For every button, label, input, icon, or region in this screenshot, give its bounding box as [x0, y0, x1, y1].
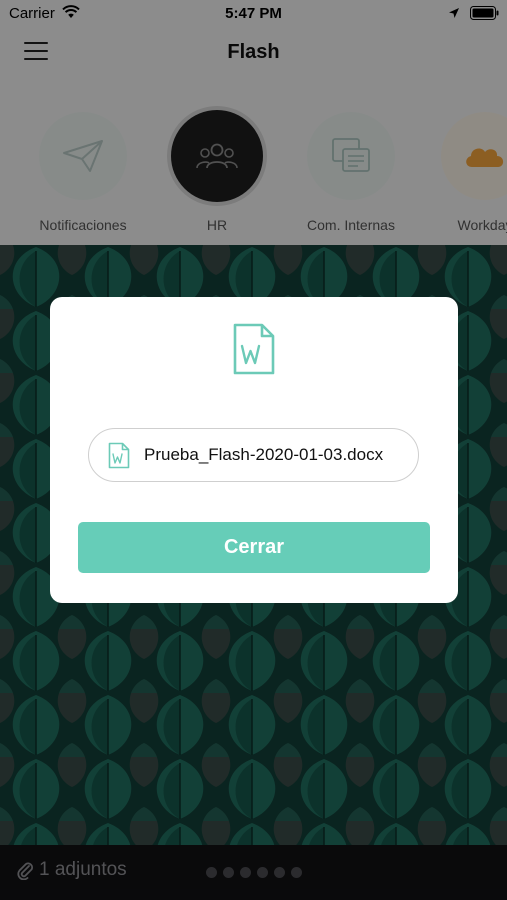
attachment-file-item[interactable]: Prueba_Flash-2020-01-03.docx [88, 428, 419, 482]
word-document-icon [108, 442, 130, 468]
attachment-file-name: Prueba_Flash-2020-01-03.docx [144, 445, 384, 464]
attachment-dialog: Prueba_Flash-2020-01-03.docx Cerrar [50, 297, 458, 603]
close-button[interactable]: Cerrar [78, 522, 430, 573]
word-document-icon [233, 323, 275, 375]
